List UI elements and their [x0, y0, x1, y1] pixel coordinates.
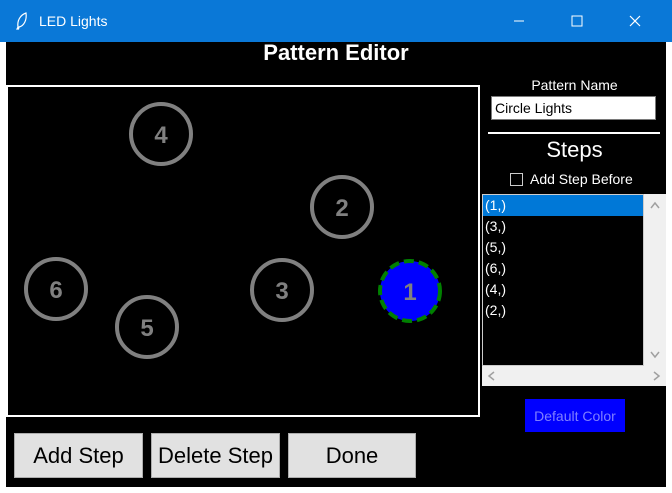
vertical-scrollbar[interactable] [644, 194, 666, 366]
close-icon [629, 15, 641, 27]
light-1[interactable]: 1 [378, 259, 442, 323]
light-label: 6 [49, 277, 62, 304]
separator [488, 132, 660, 134]
pattern-name-label: Pattern Name [531, 77, 618, 93]
light-6[interactable]: 6 [24, 257, 88, 321]
page-title: Pattern Editor [263, 40, 409, 65]
add-step-before-checkbox[interactable]: Add Step Before [510, 171, 633, 187]
light-label: 1 [403, 279, 416, 306]
light-label: 2 [335, 195, 348, 222]
pattern-name-input[interactable] [491, 96, 656, 120]
light-label: 5 [140, 315, 153, 342]
maximize-icon [571, 15, 583, 27]
add-step-before-label: Add Step Before [530, 171, 633, 187]
light-5[interactable]: 5 [115, 295, 179, 359]
checkbox-box[interactable] [510, 172, 523, 186]
scroll-up-icon[interactable] [650, 201, 660, 209]
list-item[interactable]: (2,) [483, 300, 643, 321]
minimize-icon [514, 20, 524, 22]
steps-heading: Steps [546, 137, 603, 162]
list-item[interactable]: (1,) [483, 195, 643, 216]
light-4[interactable]: 4 [129, 102, 193, 166]
default-color-button[interactable]: Default Color [524, 398, 626, 433]
light-2[interactable]: 2 [310, 175, 374, 239]
list-item[interactable]: (5,) [483, 237, 643, 258]
light-3[interactable]: 3 [250, 258, 314, 322]
horizontal-scrollbar[interactable] [482, 366, 666, 386]
feather-icon [16, 12, 27, 30]
scroll-down-icon[interactable] [650, 351, 660, 359]
lights-drawing: 1 2 3 4 5 6 [24, 102, 442, 359]
close-button[interactable] [606, 0, 664, 42]
done-button[interactable]: Done [288, 433, 416, 478]
minimize-button[interactable] [490, 0, 548, 42]
scroll-right-icon[interactable] [653, 371, 661, 381]
pattern-canvas[interactable]: 1 2 3 4 5 6 [6, 85, 480, 417]
steps-listbox[interactable]: (1,) (3,) (5,) (6,) (4,) (2,) [482, 194, 644, 366]
maximize-button[interactable] [548, 0, 606, 42]
list-item[interactable]: (3,) [483, 216, 643, 237]
delete-step-button[interactable]: Delete Step [151, 433, 280, 478]
list-item[interactable]: (4,) [483, 279, 643, 300]
add-step-button[interactable]: Add Step [14, 433, 143, 478]
list-item[interactable]: (6,) [483, 258, 643, 279]
window-title: LED Lights [39, 13, 108, 29]
scroll-left-icon[interactable] [487, 371, 495, 381]
light-label: 3 [275, 278, 288, 305]
light-label: 4 [154, 122, 168, 149]
